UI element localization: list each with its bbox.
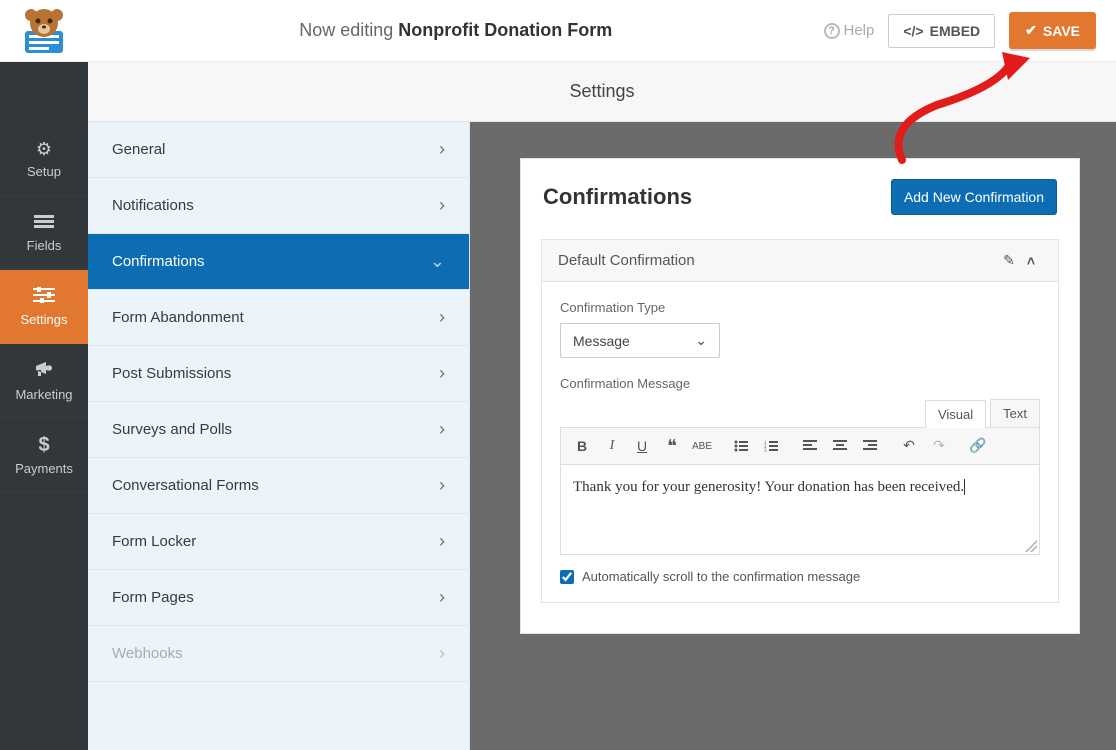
- subnav-surveys-polls[interactable]: Surveys and Polls›: [88, 402, 469, 458]
- nav-settings-label: Settings: [21, 312, 68, 327]
- underline-icon[interactable]: U: [629, 432, 655, 460]
- sliders-icon: [33, 287, 55, 308]
- embed-label: EMBED: [930, 23, 981, 39]
- confirmation-type-select[interactable]: Message ⌄: [560, 323, 720, 358]
- chevron-right-icon: ›: [439, 475, 445, 496]
- topbar-actions: ? Help </> EMBED ✔ SAVE: [824, 12, 1116, 49]
- nav-setup-label: Setup: [27, 164, 61, 179]
- panel-title: Confirmations: [543, 184, 692, 210]
- subnav-form-pages[interactable]: Form Pages›: [88, 570, 469, 626]
- nav-payments-label: Payments: [15, 461, 73, 476]
- link-icon[interactable]: 🔗: [965, 432, 991, 460]
- settings-header-label: Settings: [88, 62, 1116, 122]
- collapse-icon[interactable]: ˄: [1020, 253, 1042, 269]
- chevron-right-icon: ›: [439, 587, 445, 608]
- editor-toolbar: B I U ❝ ABE 123 ↶ ↷: [560, 427, 1040, 465]
- subnav-conversational-forms[interactable]: Conversational Forms›: [88, 458, 469, 514]
- nav-settings[interactable]: Settings: [0, 270, 88, 344]
- editor-tabs: Visual Text: [560, 399, 1040, 427]
- type-label: Confirmation Type: [560, 300, 1040, 315]
- quote-icon[interactable]: ❝: [659, 432, 685, 460]
- settings-subnav: General› Notifications› Confirmations⌄ F…: [88, 122, 470, 750]
- canvas: Confirmations Add New Confirmation Defau…: [470, 122, 1116, 750]
- nav-fields[interactable]: Fields: [0, 196, 88, 270]
- auto-scroll-input[interactable]: [560, 570, 574, 584]
- gear-icon: ⚙: [36, 139, 52, 160]
- ul-icon[interactable]: [728, 432, 754, 460]
- bold-icon[interactable]: B: [569, 432, 595, 460]
- wpforms-logo-icon: [11, 5, 77, 57]
- nav-marketing[interactable]: Marketing: [0, 344, 88, 418]
- chevron-right-icon: ›: [439, 531, 445, 552]
- settings-header-bar: Settings: [0, 62, 1116, 122]
- bullhorn-icon: [34, 360, 54, 383]
- confirmation-card: Default Confirmation ✎ ˄ Confirmation Ty…: [541, 239, 1059, 603]
- save-button[interactable]: ✔ SAVE: [1009, 12, 1096, 49]
- chevron-right-icon: ›: [439, 419, 445, 440]
- subnav-form-abandonment[interactable]: Form Abandonment›: [88, 290, 469, 346]
- chevron-right-icon: ›: [439, 307, 445, 328]
- redo-icon[interactable]: ↷: [926, 432, 952, 460]
- italic-icon[interactable]: I: [599, 432, 625, 460]
- help-label: Help: [844, 22, 875, 39]
- card-body: Confirmation Type Message ⌄ Confirmation…: [542, 282, 1058, 602]
- edit-icon[interactable]: ✎: [998, 252, 1020, 269]
- ol-icon[interactable]: 123: [758, 432, 784, 460]
- subnav-form-locker[interactable]: Form Locker›: [88, 514, 469, 570]
- tab-visual[interactable]: Visual: [925, 400, 986, 428]
- confirmations-panel: Confirmations Add New Confirmation Defau…: [520, 158, 1080, 634]
- align-center-icon[interactable]: [827, 432, 853, 460]
- card-header: Default Confirmation ✎ ˄: [542, 240, 1058, 282]
- chevron-down-icon: ⌄: [695, 332, 707, 349]
- auto-scroll-label: Automatically scroll to the confirmation…: [582, 569, 860, 584]
- align-right-icon[interactable]: [857, 432, 883, 460]
- card-title: Default Confirmation: [558, 252, 998, 269]
- chevron-right-icon: ›: [439, 363, 445, 384]
- chevron-right-icon: ›: [439, 643, 445, 664]
- editing-title: Now editing Nonprofit Donation Form: [88, 20, 824, 41]
- undo-icon[interactable]: ↶: [896, 432, 922, 460]
- logo: [0, 0, 88, 62]
- tab-text[interactable]: Text: [990, 399, 1040, 427]
- subnav-webhooks[interactable]: Webhooks›: [88, 626, 469, 682]
- editor-content: Thank you for your generosity! Your dona…: [573, 479, 964, 495]
- topbar: Now editing Nonprofit Donation Form ? He…: [0, 0, 1116, 62]
- nav-payments[interactable]: $ Payments: [0, 418, 88, 492]
- left-nav: ⚙ Setup Fields Settings Marketing $ Paym…: [0, 122, 88, 750]
- select-value: Message: [573, 333, 630, 349]
- nav-setup[interactable]: ⚙ Setup: [0, 122, 88, 196]
- strike-icon[interactable]: ABE: [689, 432, 715, 460]
- subnav-general[interactable]: General›: [88, 122, 469, 178]
- message-label: Confirmation Message: [560, 376, 1040, 391]
- panel-header: Confirmations Add New Confirmation: [521, 159, 1079, 233]
- check-icon: ✔: [1025, 22, 1037, 39]
- list-icon: [34, 213, 54, 234]
- body: ⚙ Setup Fields Settings Marketing $ Paym…: [0, 122, 1116, 750]
- nav-marketing-label: Marketing: [15, 387, 72, 402]
- save-label: SAVE: [1043, 23, 1080, 39]
- subnav-confirmations[interactable]: Confirmations⌄: [88, 234, 469, 290]
- editing-prefix: Now editing: [299, 20, 393, 40]
- chevron-right-icon: ›: [439, 139, 445, 160]
- auto-scroll-checkbox[interactable]: Automatically scroll to the confirmation…: [560, 569, 1040, 584]
- embed-button[interactable]: </> EMBED: [888, 14, 995, 48]
- help-link[interactable]: ? Help: [824, 22, 875, 39]
- svg-text:3: 3: [764, 449, 767, 452]
- form-name: Nonprofit Donation Form: [398, 20, 612, 40]
- dollar-icon: $: [38, 434, 49, 457]
- chevron-right-icon: ›: [439, 195, 445, 216]
- add-confirmation-button[interactable]: Add New Confirmation: [891, 179, 1057, 215]
- subnav-notifications[interactable]: Notifications›: [88, 178, 469, 234]
- midbar-spacer: [0, 62, 88, 122]
- resize-handle[interactable]: [1025, 540, 1037, 552]
- align-left-icon[interactable]: [797, 432, 823, 460]
- confirmation-message-editor[interactable]: Thank you for your generosity! Your dona…: [560, 465, 1040, 555]
- code-icon: </>: [903, 23, 923, 39]
- nav-fields-label: Fields: [27, 238, 62, 253]
- help-icon: ?: [824, 23, 840, 39]
- subnav-post-submissions[interactable]: Post Submissions›: [88, 346, 469, 402]
- chevron-down-icon: ⌄: [430, 251, 445, 272]
